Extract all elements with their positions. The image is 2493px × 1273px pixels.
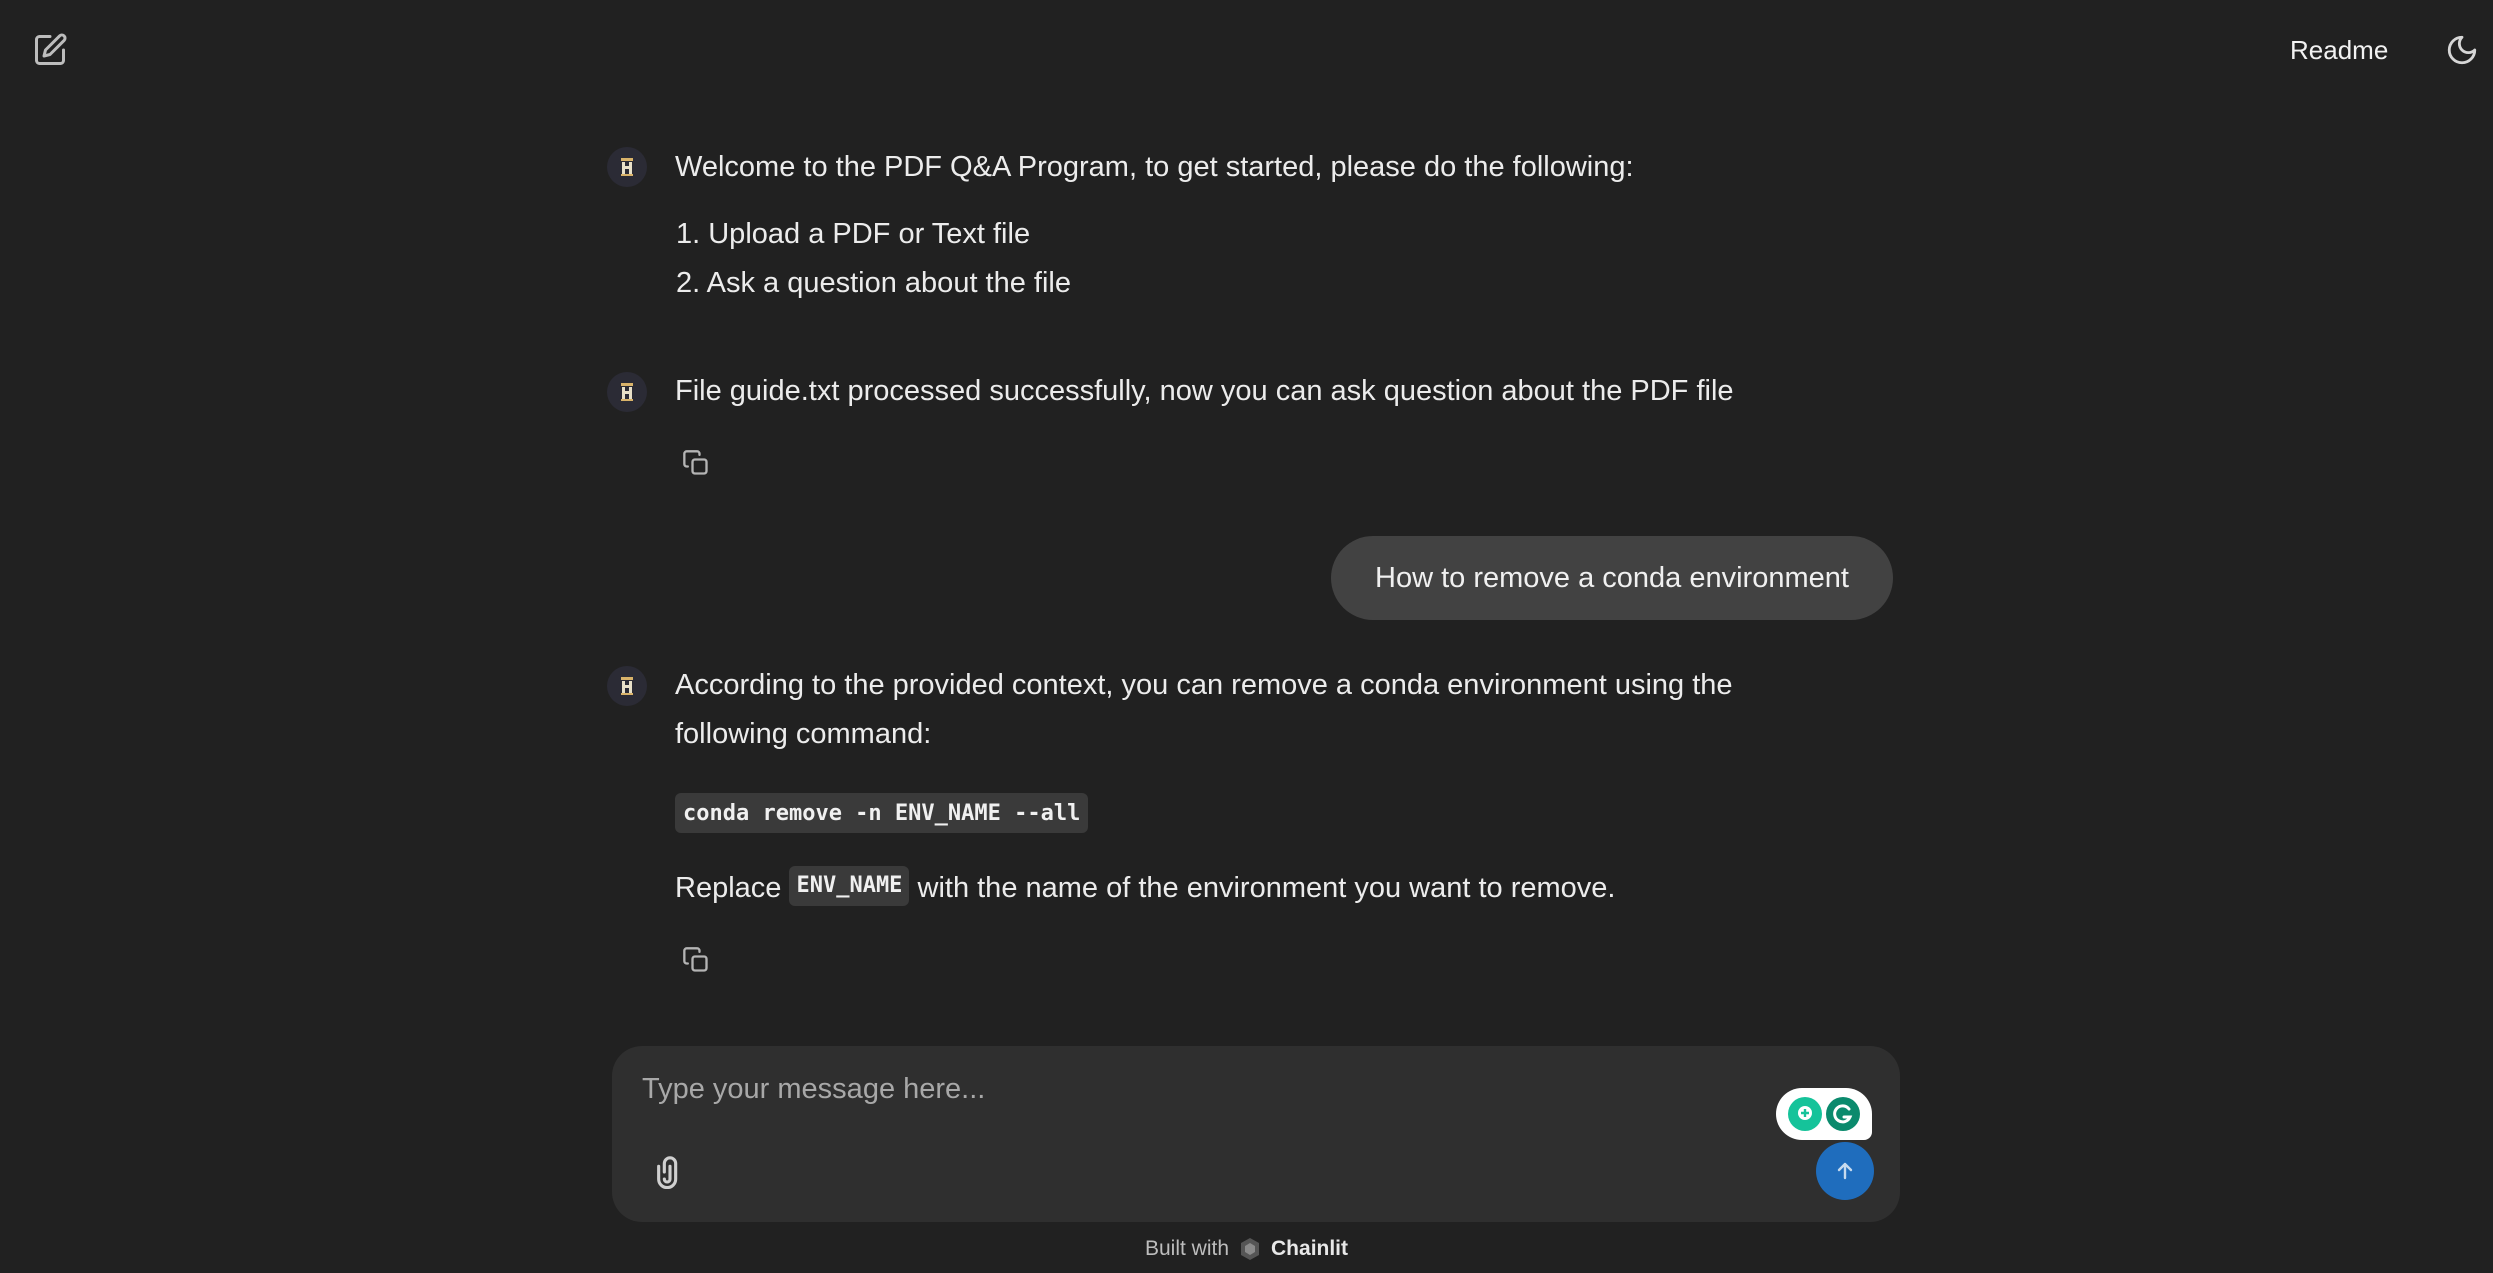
list-item: 2. Ask a question about the file [676,267,1071,299]
assistant-message-text: Welcome to the PDF Q&A Program, to get s… [675,151,1634,183]
attach-file-button[interactable] [644,1146,696,1198]
copy-button[interactable] [676,940,716,980]
assistant-avatar [607,147,647,187]
assistant-logo-icon [621,677,633,695]
chat-app: Readme Welcome to the PDF Q&A Program, t… [0,0,2493,1273]
chainlit-link[interactable]: Chainlit [1271,1237,1348,1261]
user-message-bubble: How to remove a conda environment [1331,536,1893,620]
readme-button[interactable]: Readme [2290,26,2388,74]
new-chat-button[interactable] [24,24,76,76]
replace-prefix: Replace [675,872,782,904]
arrow-up-icon [1837,1162,1853,1180]
send-button[interactable] [1816,1142,1874,1200]
replace-suffix: with the name of the environment you wan… [917,872,1616,904]
assistant-logo-icon [621,158,633,176]
list-item: 1. Upload a PDF or Text file [676,218,1031,250]
code-block: conda remove -n ENV_NAME --all [675,793,1089,833]
assistant-message-text: File guide.txt processed successfully, n… [675,375,1734,407]
assistant-avatar [607,666,647,706]
message-input[interactable] [640,1060,1694,1118]
assistant-logo-icon [621,383,633,401]
copy-icon [683,947,708,972]
grammarly-widget[interactable] [1776,1088,1872,1140]
assistant-message-text: According to the provided context, you c… [675,669,1733,701]
chainlit-logo-icon [1241,1238,1260,1260]
footer: Built with Chainlit [0,1232,2493,1266]
user-message-text: How to remove a conda environment [1375,561,1849,594]
copy-button[interactable] [676,443,716,483]
grammarly-logo-icon [1826,1097,1860,1131]
paperclip-icon [657,1156,678,1189]
assistant-avatar [607,372,647,412]
copy-icon [683,450,708,475]
inline-code: ENV_NAME [789,866,910,907]
built-with-label: Built with [1144,1237,1230,1260]
theme-toggle-button[interactable] [2438,26,2486,74]
assistant-message-text: Replace ENV_NAME with the name of the en… [675,864,1615,913]
message-composer [612,1046,1900,1222]
edit-icon [35,33,67,65]
assistant-message-text: following command: [675,718,932,750]
moon-icon [2447,35,2477,65]
grammarly-suggestion-icon [1788,1097,1822,1131]
